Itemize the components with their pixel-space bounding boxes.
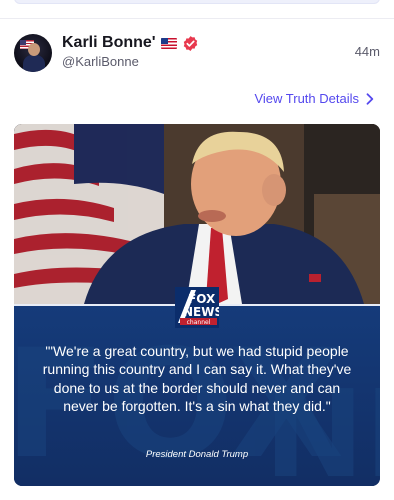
verified-badge-icon <box>183 35 197 51</box>
us-flag-icon <box>160 37 177 49</box>
post-timestamp: 44m <box>354 44 380 59</box>
avatar-head <box>28 43 40 56</box>
view-truth-details-label: View Truth Details <box>254 91 359 106</box>
photo-area <box>14 124 380 304</box>
quote-text: "'We're a great country, but we had stup… <box>42 343 352 415</box>
speaker-photo <box>14 124 380 304</box>
fox-news-logo: FOX NEWS channel <box>175 287 219 328</box>
display-name[interactable]: Karli Bonne' <box>62 34 156 52</box>
author-name-row: Karli Bonne' <box>62 33 199 53</box>
avatar-body <box>23 55 45 72</box>
post-divider <box>0 18 394 19</box>
post-media-image[interactable]: FOX NE FOX NEWS channel "'We're a great … <box>14 124 380 486</box>
view-truth-details-link[interactable]: View Truth Details <box>254 91 374 106</box>
fox-logo-line1: FOX <box>188 292 216 306</box>
previous-card-edge <box>14 0 380 4</box>
quote-attribution: President Donald Trump <box>145 449 249 460</box>
avatar[interactable] <box>14 34 52 72</box>
fox-logo-line2: NEWS <box>183 305 219 319</box>
chevron-right-icon <box>366 92 374 105</box>
author-handle[interactable]: @KarliBonne <box>62 54 139 69</box>
fox-logo-line3: channel <box>187 319 211 326</box>
